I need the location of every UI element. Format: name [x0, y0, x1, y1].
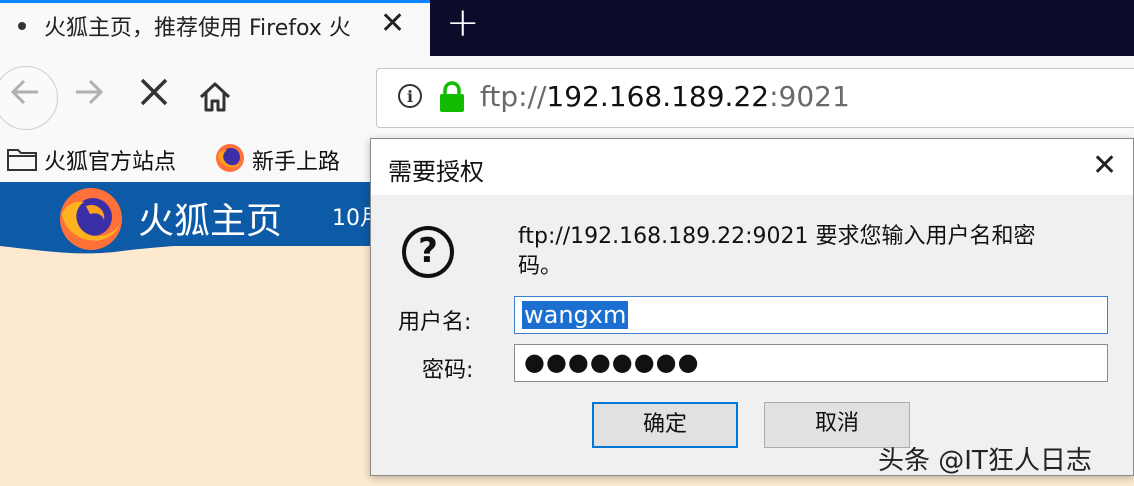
firefox-logo-icon: [56, 184, 126, 258]
url-host: 192.168.189.22: [546, 80, 770, 113]
lock-icon[interactable]: [438, 80, 466, 118]
username-label: 用户名:: [398, 310, 472, 335]
url-text[interactable]: ftp://192.168.189.22:9021: [480, 80, 850, 113]
question-icon: ?: [402, 226, 454, 278]
ok-button[interactable]: 确定: [592, 402, 738, 448]
site-info-icon[interactable]: i: [398, 84, 422, 108]
password-value[interactable]: ●●●●●●●●: [524, 348, 700, 376]
dialog-title: 需要授权: [388, 158, 484, 186]
bookmark-getting-started[interactable]: 新手上路: [252, 144, 340, 176]
folder-icon[interactable]: [6, 146, 38, 176]
firefox-icon[interactable]: [214, 142, 246, 178]
watermark: 头条 @IT狂人日志: [878, 446, 1092, 476]
forward-arrow-icon[interactable]: [70, 72, 110, 116]
stop-loading-icon[interactable]: [136, 74, 172, 119]
home-icon[interactable]: [196, 78, 234, 120]
tab-close-icon[interactable]: ✕: [380, 6, 405, 41]
new-tab-button[interactable]: +: [446, 0, 480, 46]
url-port: :9021: [769, 80, 850, 113]
username-value[interactable]: wangxm: [522, 301, 629, 329]
bookmark-official-site[interactable]: 火狐官方站点: [44, 144, 176, 176]
dialog-titlebar: [371, 139, 1133, 195]
dialog-close-icon[interactable]: ✕: [1092, 148, 1117, 183]
back-arrow-icon[interactable]: [6, 72, 46, 116]
tab-loading-dot: [18, 22, 26, 30]
tab-title: 火狐主页，推荐使用 Firefox 火: [44, 16, 351, 41]
page-title: 火狐主页: [138, 201, 283, 242]
password-label: 密码:: [422, 358, 474, 383]
url-scheme: ftp://: [480, 80, 547, 113]
dialog-message: ftp://192.168.189.22:9021 要求您输入用户名和密码。: [518, 224, 1036, 279]
